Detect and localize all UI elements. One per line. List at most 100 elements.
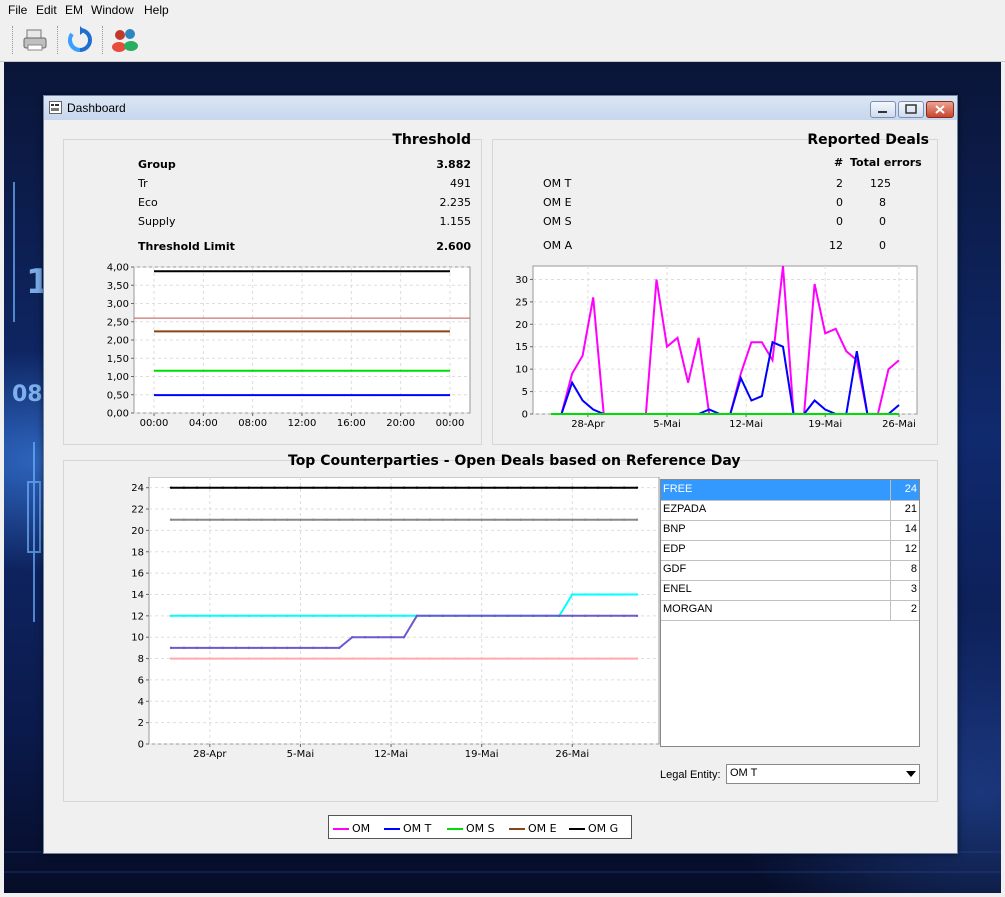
x-tick-label: 28-Apr xyxy=(193,749,227,760)
data-point xyxy=(208,518,212,521)
reported-count: 0 xyxy=(836,215,843,228)
counterparty-row[interactable]: GDF 8 xyxy=(661,560,919,581)
y-tick-label: 1,50 xyxy=(107,354,129,365)
dashboard-window: Dashboard Threshold Group 3.882 Tr 491 E… xyxy=(43,95,958,854)
data-point xyxy=(532,518,535,521)
data-point xyxy=(273,518,276,521)
menu-help[interactable]: Help xyxy=(144,3,169,17)
counterparty-row[interactable]: MORGAN 2 xyxy=(661,600,919,621)
data-point xyxy=(402,636,406,639)
data-point xyxy=(299,646,302,650)
menu-em[interactable]: EM xyxy=(65,3,83,17)
counterparty-row[interactable]: EZPADA 21 xyxy=(661,500,919,521)
legend-swatch xyxy=(447,828,463,830)
printer-icon[interactable] xyxy=(20,25,50,55)
data-point xyxy=(169,646,173,650)
minimize-icon xyxy=(878,111,887,113)
y-tick-label: 25 xyxy=(515,297,528,308)
data-point xyxy=(415,657,419,660)
threshold-value: 491 xyxy=(450,177,471,190)
close-button[interactable] xyxy=(926,101,954,118)
data-point xyxy=(195,646,199,650)
data-point xyxy=(325,518,328,521)
app-icon xyxy=(49,101,62,117)
counterparty-row[interactable]: ENEL 3 xyxy=(661,580,919,601)
data-point xyxy=(389,657,393,660)
data-point xyxy=(273,486,276,489)
data-point xyxy=(545,486,548,489)
legal-entity-select[interactable]: OM T xyxy=(726,764,920,784)
minimize-button[interactable] xyxy=(870,101,896,118)
data-point xyxy=(428,614,432,618)
data-point xyxy=(635,518,639,521)
legend-swatch xyxy=(509,828,525,830)
users-icon[interactable] xyxy=(110,25,140,55)
data-point xyxy=(441,518,445,521)
counterparty-row[interactable]: FREE 24 xyxy=(661,480,919,501)
data-point xyxy=(363,518,367,521)
y-tick-label: 0,50 xyxy=(107,390,129,401)
maximize-button[interactable] xyxy=(898,101,924,118)
legend-swatch xyxy=(333,828,349,830)
reported-count: 0 xyxy=(836,196,843,209)
counterparty-list[interactable]: FREE 24 EZPADA 21 BNP 14 EDP 12 GDF 8 ENEL 3 M… xyxy=(660,479,920,747)
counterparty-row[interactable]: BNP 14 xyxy=(661,520,919,541)
data-point xyxy=(635,486,639,489)
counterparty-count: 24 xyxy=(904,483,917,495)
counterparty-row[interactable]: EDP 12 xyxy=(661,540,919,561)
counterparty-count: 14 xyxy=(904,523,917,535)
data-point xyxy=(234,657,237,660)
refresh-icon[interactable] xyxy=(65,25,95,55)
x-tick-label: 08:00 xyxy=(238,418,267,427)
data-point xyxy=(351,486,354,489)
data-point xyxy=(441,486,445,489)
threshold-title: Threshold xyxy=(392,132,471,148)
data-point xyxy=(182,657,186,660)
data-point xyxy=(389,518,393,521)
data-point xyxy=(402,657,406,660)
menu-edit[interactable]: Edit xyxy=(36,3,57,17)
x-tick-label: 12:00 xyxy=(288,418,317,427)
chevron-down-icon xyxy=(906,771,916,777)
data-point xyxy=(260,518,263,521)
data-point xyxy=(221,646,224,650)
counterparty-name: ENEL xyxy=(663,583,692,595)
reported-entity: OM S xyxy=(543,215,572,228)
data-point xyxy=(467,518,470,521)
y-tick-label: 0,00 xyxy=(107,409,129,420)
data-point xyxy=(389,486,393,489)
data-point xyxy=(584,657,587,660)
counterparty-count: 2 xyxy=(910,603,917,615)
counterparty-name: EDP xyxy=(663,543,686,555)
menu-file[interactable]: File xyxy=(8,3,27,17)
x-tick-label: 26-Mai xyxy=(555,749,589,760)
reported-count: 2 xyxy=(836,177,843,190)
x-tick-label: 20:00 xyxy=(386,418,415,427)
data-point xyxy=(596,593,600,596)
y-tick-label: 16 xyxy=(131,569,144,580)
data-point xyxy=(622,657,626,660)
data-point xyxy=(609,657,613,660)
data-point xyxy=(260,646,263,650)
data-point xyxy=(273,657,276,660)
data-point xyxy=(376,486,380,489)
window-title: Dashboard xyxy=(67,101,126,115)
data-point xyxy=(325,486,328,489)
legal-entity-label: Legal Entity: xyxy=(660,769,721,781)
y-tick-label: 10 xyxy=(131,633,144,644)
x-tick-label: 19-Mai xyxy=(808,419,842,430)
data-point xyxy=(519,486,522,489)
data-point xyxy=(454,657,457,660)
data-point xyxy=(247,518,250,521)
data-point xyxy=(376,614,380,618)
maximize-icon xyxy=(905,104,917,114)
window-titlebar[interactable]: Dashboard xyxy=(44,96,957,120)
data-point xyxy=(506,486,509,489)
data-point xyxy=(389,614,393,618)
menu-window[interactable]: Window xyxy=(91,3,134,17)
data-point xyxy=(221,614,224,618)
data-point xyxy=(467,657,470,660)
data-point xyxy=(221,518,224,521)
data-point xyxy=(493,614,496,618)
data-point xyxy=(208,646,212,650)
